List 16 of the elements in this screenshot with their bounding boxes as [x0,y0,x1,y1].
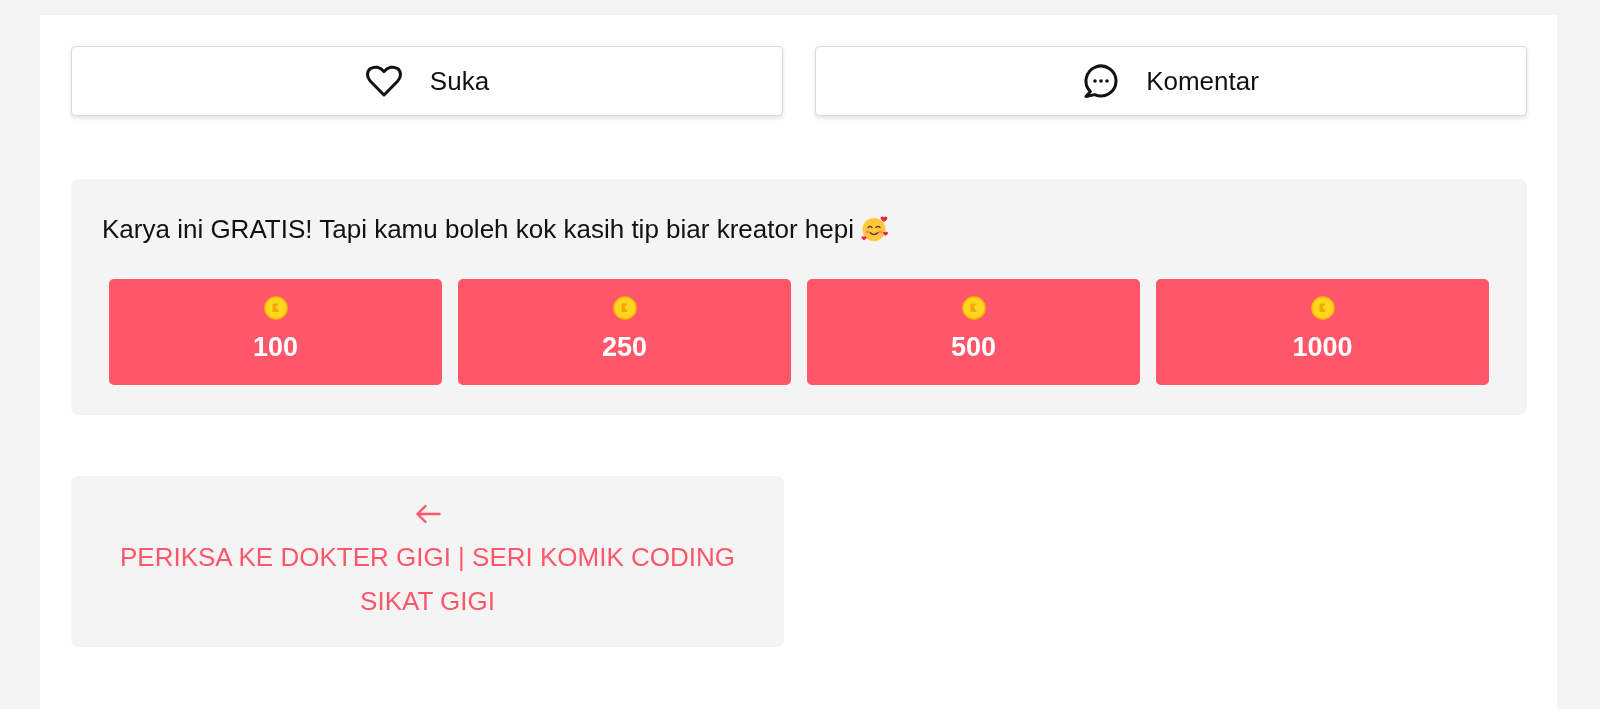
tip-message: Karya ini GRATIS! Tapi kamu boleh kok kasih tip biar kreator hepi [102,213,854,246]
coin-icon [612,296,637,320]
coin-icon [263,296,288,320]
like-button[interactable]: Suka [71,46,783,116]
speech-bubble-icon [1083,63,1120,99]
coin-icon [961,296,986,320]
tip-button[interactable]: 1000 [1156,279,1489,385]
arrow-left-icon [414,504,441,524]
tip-button[interactable]: 500 [807,279,1140,385]
coin-icon [1310,296,1335,320]
previous-post-link[interactable]: PERIKSA KE DOKTER GIGI | SERI KOMIK CODING SIKAT GIGI [71,476,784,647]
heart-icon [364,65,403,97]
tip-button[interactable]: 250 [458,279,791,385]
comment-button[interactable]: Komentar [815,46,1527,116]
smiling-face-hearts-icon [860,215,889,243]
tip-button[interactable]: 100 [109,279,442,385]
